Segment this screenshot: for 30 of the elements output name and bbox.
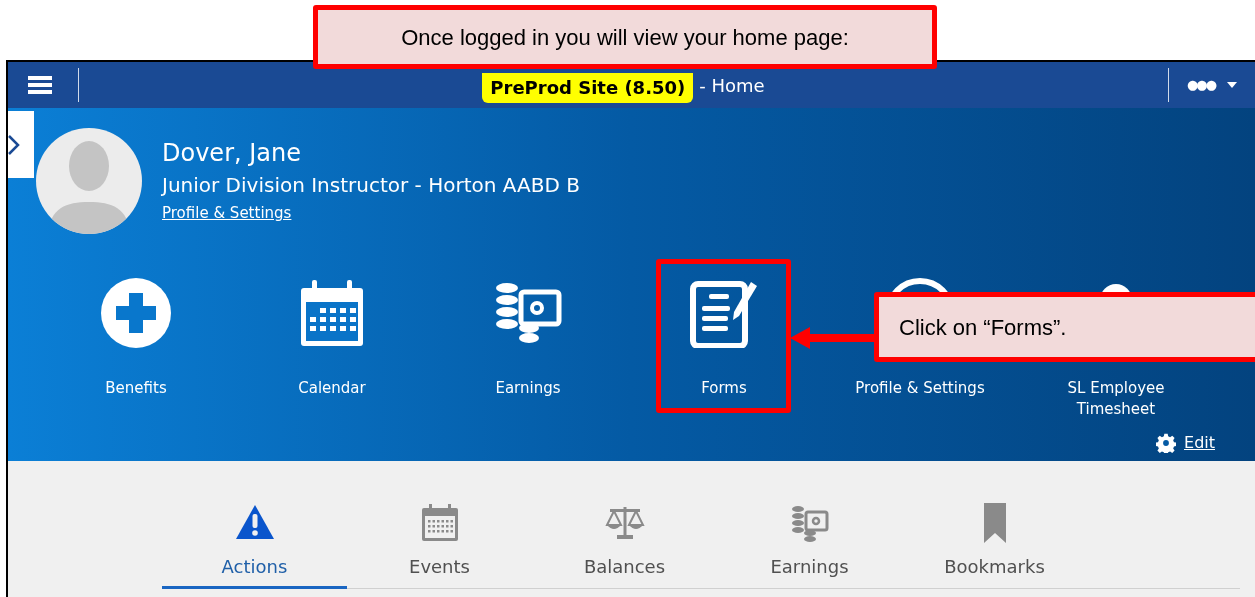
tab[interactable]: Balances — [532, 499, 717, 589]
page-title: - Home — [699, 73, 765, 98]
annotation-callout: Click on “Forms”. — [874, 292, 1255, 362]
tile-label[interactable]: Profile & Settings — [855, 378, 985, 399]
settings-icon — [1156, 433, 1176, 453]
tab[interactable]: Events — [347, 499, 532, 589]
annotation-callout: Once logged in you will view your home page: — [313, 5, 937, 69]
tile-label[interactable]: Forms — [659, 378, 789, 399]
form-with-pen-icon — [689, 278, 759, 348]
tile-label[interactable]: Earnings — [463, 378, 593, 399]
tile-label[interactable]: Benefits — [71, 378, 201, 399]
avatar-icon — [36, 128, 142, 234]
caret-icon — [1227, 81, 1237, 89]
plus-circle-icon — [101, 278, 171, 348]
edit-link[interactable]: Edit — [1184, 431, 1215, 455]
job-title: Junior Division Instructor - Horton AABD B — [162, 172, 580, 199]
coins-and-cash-icon — [789, 503, 830, 543]
tab[interactable]: Earnings — [717, 499, 902, 589]
profile-link[interactable]: Profile & Settings — [162, 200, 580, 226]
more-menu-button[interactable]: ●●● — [1168, 75, 1255, 95]
site-badge: PreProd Site (8.50) — [482, 73, 694, 103]
user-name: Dover, Jane — [162, 138, 303, 169]
chevron-right-icon — [8, 133, 20, 156]
tile-label[interactable]: SL Employee Timesheet — [1051, 378, 1181, 420]
tab[interactable]: Bookmarks — [902, 499, 1087, 589]
sidebar-toggle[interactable] — [8, 111, 34, 178]
menu-icon[interactable] — [28, 75, 52, 95]
calendar-icon — [419, 503, 460, 543]
tile-label[interactable]: Calendar — [267, 378, 397, 399]
tab[interactable]: Actions — [162, 499, 347, 589]
